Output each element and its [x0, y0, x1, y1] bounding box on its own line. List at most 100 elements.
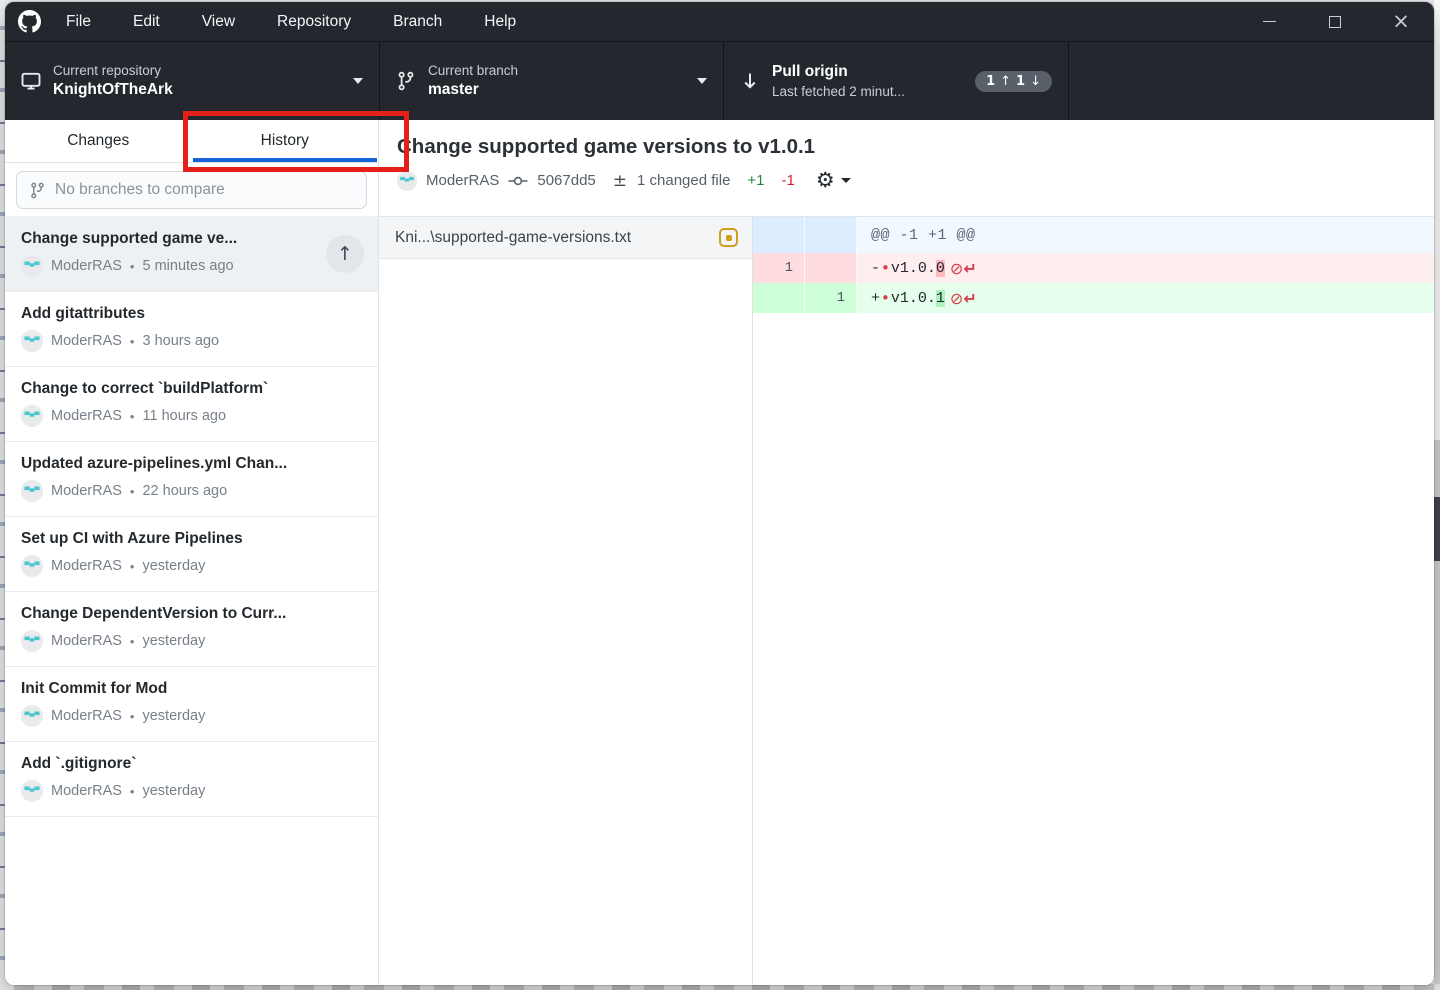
maximize-button[interactable]: [1302, 2, 1368, 41]
diff-row-added: 1 +•v1.0.1⊘↵: [753, 283, 1434, 313]
menu-item-file[interactable]: File: [45, 2, 112, 41]
commit-title-heading: Change supported game versions to v1.0.1: [397, 135, 1416, 159]
git-branch-icon: [396, 71, 416, 91]
commit-item-author: ModerRAS: [51, 333, 122, 349]
commit-list-item[interactable]: Change to correct `buildPlatform` ModerR…: [5, 367, 378, 442]
tab-history[interactable]: History: [192, 120, 379, 162]
avatar: [21, 330, 43, 352]
close-button[interactable]: ×: [1368, 2, 1434, 41]
hunk-header-text: @@ -1 +1 @@: [857, 227, 976, 244]
changed-files-panel: Kni...\supported-game-versions.txt: [379, 217, 753, 985]
old-line-number: [753, 283, 805, 313]
window-controls: ×: [1236, 2, 1434, 41]
avatar: [21, 555, 43, 577]
commit-item-title: Add `.gitignore`: [21, 755, 318, 773]
file-name: Kni...\supported-game-versions.txt: [395, 229, 719, 247]
ahead-behind-badge: 1↑ 1↓: [975, 71, 1052, 92]
commit-item-author: ModerRAS: [51, 783, 122, 799]
whitespace-dot-icon: •: [881, 259, 890, 277]
compare-branch-placeholder: No branches to compare: [55, 181, 225, 199]
toolbar: Current repository KnightOfTheArk Curren…: [5, 42, 1434, 120]
chevron-down-icon: [841, 178, 851, 183]
chevron-down-icon: [697, 78, 707, 84]
changed-char-highlight: 0: [936, 260, 945, 277]
commit-item-time: 5 minutes ago: [142, 258, 233, 274]
diff-line-content: -•v1.0.0⊘↵: [857, 259, 977, 278]
commit-item-time: 11 hours ago: [142, 408, 226, 424]
diff-hunk-header: @@ -1 +1 @@: [753, 217, 1434, 253]
commit-item-time: yesterday: [142, 708, 205, 724]
commit-item-author: ModerRAS: [51, 633, 122, 649]
no-newline-icon: ⊘: [950, 259, 963, 278]
compare-branch-input[interactable]: No branches to compare: [16, 171, 367, 209]
minimize-button[interactable]: [1236, 2, 1302, 41]
avatar: [21, 405, 43, 427]
arrow-down-icon: ↓: [1030, 74, 1041, 89]
git-branch-icon: [29, 182, 46, 199]
commit-list-item[interactable]: Change supported game ve... ModerRAS•5 m…: [5, 217, 378, 292]
maximize-icon: [1329, 16, 1341, 28]
return-arrow-icon: ↵: [963, 259, 976, 278]
arrow-up-icon: ↑: [337, 243, 353, 265]
commit-item-author: ModerRAS: [51, 258, 122, 274]
commit-list-item[interactable]: Updated azure-pipelines.yml Chan... Mode…: [5, 442, 378, 517]
commit-item-title: Init Commit for Mod: [21, 680, 318, 698]
push-commit-button[interactable]: ↑: [326, 235, 364, 273]
current-repository-label: Current repository: [53, 63, 173, 78]
commit-item-time: yesterday: [142, 633, 205, 649]
current-branch-button[interactable]: Current branch master: [380, 42, 724, 120]
branch-filter-area: No branches to compare: [5, 163, 378, 217]
menu-item-branch[interactable]: Branch: [372, 2, 463, 41]
app-window: FileEditViewRepositoryBranchHelp × Curre…: [5, 2, 1434, 985]
commit-item-time: yesterday: [142, 783, 205, 799]
commit-list-item[interactable]: Add `.gitignore` ModerRAS•yesterday: [5, 742, 378, 817]
current-branch-value: master: [428, 81, 518, 99]
gear-icon: ⚙: [816, 170, 835, 191]
arrow-up-icon: ↑: [1000, 74, 1011, 89]
pull-origin-button[interactable]: Pull origin Last fetched 2 minut... 1↑ 1…: [724, 42, 1069, 120]
avatar: [21, 780, 43, 802]
background-window-sliver-right: [1434, 0, 1440, 990]
commit-list-item[interactable]: Change DependentVersion to Curr... Moder…: [5, 592, 378, 667]
commit-meta-row: ModerRAS 5067dd5 ± 1 changed file +1 -1 …: [397, 170, 1416, 191]
file-row[interactable]: Kni...\supported-game-versions.txt: [379, 217, 752, 259]
commit-list: Change supported game ve... ModerRAS•5 m…: [5, 217, 378, 985]
sidebar: ChangesHistory No branches to compare Ch…: [5, 120, 379, 985]
old-line-number: 1: [753, 253, 805, 283]
commit-item-title: Change DependentVersion to Curr...: [21, 605, 318, 623]
commit-item-time: 3 hours ago: [142, 333, 219, 349]
current-repository-button[interactable]: Current repository KnightOfTheArk: [5, 42, 380, 120]
commit-item-title: Updated azure-pipelines.yml Chan...: [21, 455, 318, 473]
commit-detail-panel: Change supported game versions to v1.0.1…: [379, 120, 1434, 985]
commit-list-item[interactable]: Init Commit for Mod ModerRAS•yesterday: [5, 667, 378, 742]
additions-count: +1: [747, 172, 764, 189]
sidebar-tabs: ChangesHistory: [5, 120, 378, 163]
avatar: [21, 480, 43, 502]
diff-options-button[interactable]: ⚙: [816, 170, 851, 191]
avatar: [21, 255, 43, 277]
close-icon: ×: [1392, 11, 1410, 32]
github-logo-icon: [18, 10, 41, 33]
whitespace-dot-icon: •: [881, 289, 890, 307]
commit-list-item[interactable]: Set up CI with Azure Pipelines ModerRAS•…: [5, 517, 378, 592]
avatar: [21, 630, 43, 652]
avatar: [21, 705, 43, 727]
monitor-icon: [21, 71, 41, 91]
diff-line-content: +•v1.0.1⊘↵: [857, 289, 977, 308]
commit-item-title: Change to correct `buildPlatform`: [21, 380, 318, 398]
current-repository-value: KnightOfTheArk: [53, 81, 173, 99]
commit-item-time: 22 hours ago: [142, 483, 227, 499]
menu-item-help[interactable]: Help: [463, 2, 537, 41]
toolbar-empty-space: [1069, 42, 1434, 120]
diff-panel: @@ -1 +1 @@ 1 -•v1.0.0⊘↵ 1 +•v1.0.1⊘↵: [753, 217, 1434, 985]
new-line-number: [805, 253, 857, 283]
no-newline-icon: ⊘: [950, 289, 963, 308]
menu-item-edit[interactable]: Edit: [112, 2, 181, 41]
changed-files-count: 1 changed file: [637, 172, 730, 189]
avatar: [397, 171, 417, 191]
menu-item-repository[interactable]: Repository: [256, 2, 372, 41]
chevron-down-icon: [353, 78, 363, 84]
tab-changes[interactable]: Changes: [5, 120, 192, 162]
menu-item-view[interactable]: View: [181, 2, 256, 41]
commit-list-item[interactable]: Add gitattributes ModerRAS•3 hours ago: [5, 292, 378, 367]
